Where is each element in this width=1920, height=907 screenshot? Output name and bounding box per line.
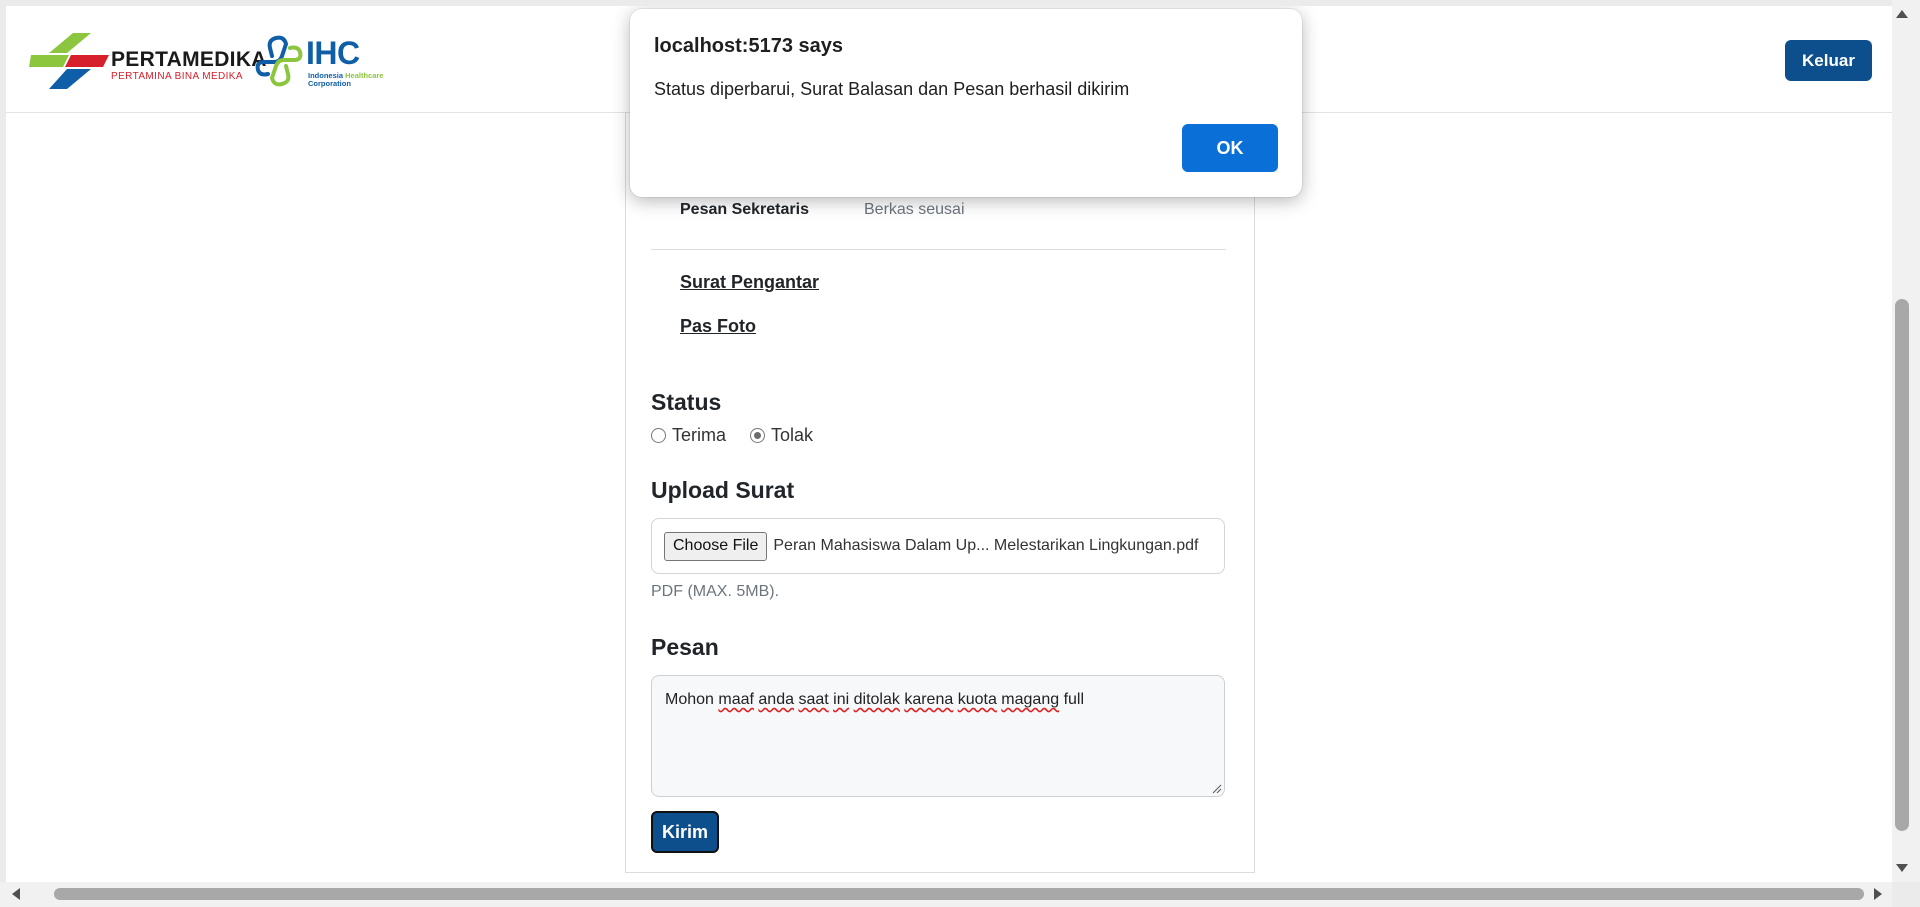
message-word: kuota	[957, 691, 997, 708]
scroll-down-arrow-icon[interactable]	[1896, 864, 1908, 872]
alert-message: Status diperbarui, Surat Balasan dan Pes…	[654, 79, 1130, 99]
file-upload-input[interactable]: Choose File Peran Mahasiswa Dalam Up... …	[651, 518, 1225, 574]
status-radio-group: Terima Tolak	[651, 425, 837, 446]
radio-tolak[interactable]	[750, 428, 766, 443]
message-word: maaf	[718, 691, 754, 708]
ihc-name: IHC	[306, 35, 360, 71]
secretary-message-label: Pesan Sekretaris	[680, 201, 809, 218]
message-word: full	[1063, 691, 1085, 708]
alert-ok-button[interactable]: OK	[1182, 124, 1278, 172]
choose-file-button[interactable]: Choose File	[664, 531, 768, 561]
status-title: Status	[651, 389, 722, 415]
scroll-up-arrow-icon[interactable]	[1896, 10, 1908, 18]
ihc-logo: IHC Indonesia Healthcare Corporation	[254, 32, 394, 92]
application-detail-card: Pesan Sekretaris Berkas seusai Surat Pen…	[625, 113, 1255, 873]
upload-hint: PDF (MAX. 5MB).	[651, 583, 780, 600]
selected-file-name: Peran Mahasiswa Dalam Up... Melestarikan…	[773, 537, 1199, 554]
message-word: karena	[904, 691, 954, 708]
secretary-message-value: Berkas seusai	[864, 201, 965, 218]
message-word: anda	[758, 691, 794, 708]
scroll-left-arrow-icon[interactable]	[12, 888, 20, 900]
submit-button[interactable]: Kirim	[651, 811, 719, 853]
pertamedika-logo: PERTAMEDIKA PERTAMINA BINA MEDIKA	[29, 31, 266, 91]
divider	[651, 249, 1226, 250]
radio-terima-label[interactable]: Terima	[672, 425, 726, 446]
message-title: Pesan	[651, 634, 719, 660]
alert-dialog: localhost:5173 says Status diperbarui, S…	[630, 9, 1302, 197]
ihc-mark-icon	[255, 35, 303, 87]
logout-button[interactable]: Keluar	[1785, 40, 1872, 81]
message-word: ini	[833, 691, 850, 708]
radio-tolak-label[interactable]: Tolak	[771, 425, 813, 446]
pertamedika-name: PERTAMEDIKA	[111, 48, 267, 71]
message-word: saat	[798, 691, 829, 708]
surat-pengantar-link[interactable]: Surat Pengantar	[680, 272, 819, 293]
pertamedika-mark-icon	[29, 33, 109, 89]
radio-terima[interactable]	[651, 428, 666, 443]
vertical-scrollbar-thumb[interactable]	[1895, 299, 1909, 831]
resize-grip-icon[interactable]	[1212, 784, 1222, 794]
message-word: ditolak	[853, 691, 900, 708]
pas-foto-link[interactable]: Pas Foto	[680, 316, 756, 337]
pertamedika-subtitle: PERTAMINA BINA MEDIKA	[111, 71, 243, 82]
horizontal-scrollbar-thumb[interactable]	[54, 888, 1864, 900]
message-word: magang	[1001, 691, 1060, 708]
ihc-subtitle-line2: Corporation	[308, 79, 351, 88]
upload-title: Upload Surat	[651, 477, 795, 503]
message-textarea[interactable]: Mohon maaf anda saat ini ditolak karena …	[651, 675, 1225, 797]
page-viewport: PERTAMEDIKA PERTAMINA BINA MEDIKA IHC In…	[6, 6, 1892, 882]
message-word: Mohon	[665, 691, 714, 708]
scroll-right-arrow-icon[interactable]	[1874, 888, 1882, 900]
message-text: Mohon maaf anda saat ini ditolak karena …	[665, 691, 1084, 708]
alert-title: localhost:5173 says	[654, 35, 843, 57]
ihc-subtitle: Indonesia Healthcare Corporation	[308, 72, 398, 88]
